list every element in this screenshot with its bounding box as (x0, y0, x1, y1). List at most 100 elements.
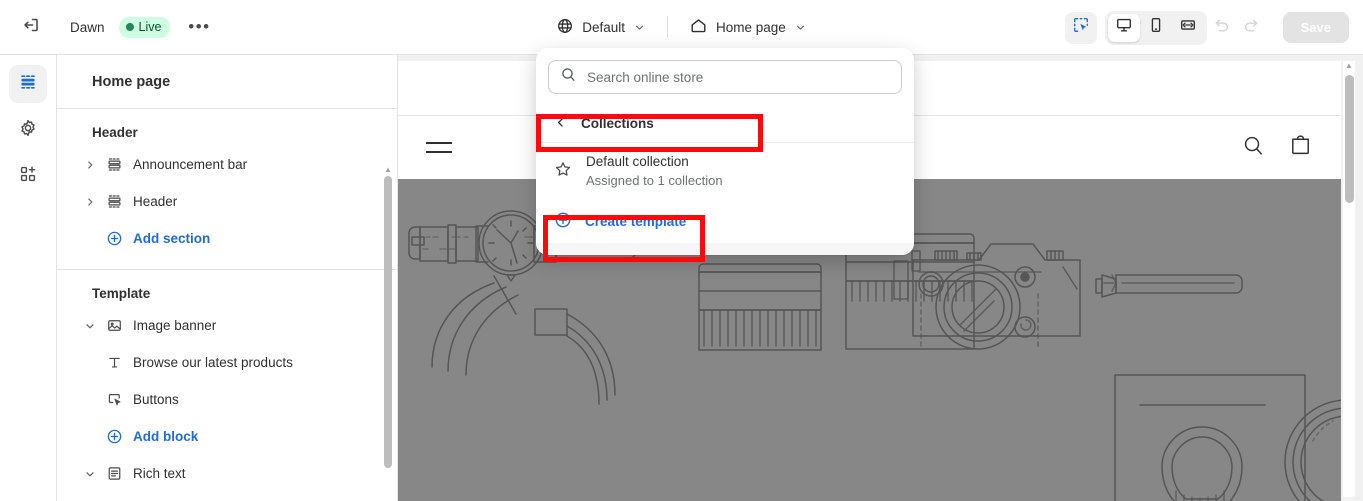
template-item-subtitle: Assigned to 1 collection (586, 173, 723, 188)
page-selector-label: Home page (715, 19, 786, 35)
status-badge: Live (118, 16, 171, 38)
template-item-default-collection[interactable]: Default collection Assigned to 1 collect… (536, 143, 914, 200)
popover-search-section (536, 48, 914, 105)
sidebar-group-template: Template Image banner Browse our latest … (57, 270, 397, 501)
popover-back-header[interactable]: Collections (536, 105, 914, 143)
create-template-label: Create template (585, 214, 687, 229)
chevron-down-icon (633, 21, 646, 34)
sidebar-row-buttons[interactable]: Buttons (57, 381, 397, 418)
redo-icon (1242, 16, 1261, 40)
device-toggle-group (1104, 10, 1207, 45)
apps-plus-icon (18, 164, 38, 189)
sidebar-row-header[interactable]: Header (57, 183, 397, 220)
top-bar: Dawn Live ••• Default Home page Save (0, 0, 1363, 55)
device-mobile-button[interactable] (1140, 14, 1172, 42)
sidebar-row-label: Browse our latest products (133, 355, 293, 370)
top-bar-left: Dawn Live ••• (0, 10, 216, 44)
globe-icon (556, 17, 574, 38)
button-icon (101, 391, 127, 408)
sidebar-page-title: Home page (57, 55, 397, 109)
sidebar-row-browse-our-latest-products[interactable]: Browse our latest products (57, 344, 397, 381)
popover-footer (536, 243, 914, 255)
sidebar-tree: Header Announcement bar Header Add secti… (57, 109, 397, 501)
exit-icon (21, 15, 41, 40)
save-button[interactable]: Save (1282, 12, 1349, 43)
sidebar-group-header: Header Announcement bar Header Add secti… (57, 109, 397, 270)
template-item-title: Default collection (586, 154, 689, 169)
page-selector[interactable]: Home page (680, 10, 816, 44)
preview-scrollbar-thumb[interactable] (1345, 75, 1354, 203)
image-icon (101, 317, 127, 334)
group-label: Header (92, 125, 138, 140)
plus-circle-icon (101, 230, 127, 247)
scroll-up-arrow-icon[interactable]: ▲ (1343, 61, 1355, 71)
rail-item-theme-settings[interactable] (9, 111, 47, 149)
section-icon (101, 156, 127, 173)
create-template-button[interactable]: Create template (536, 200, 914, 243)
chevron-down-icon (794, 21, 807, 34)
sidebar-row-announcement-bar[interactable]: Announcement bar (57, 146, 397, 183)
undo-button[interactable] (1207, 13, 1237, 43)
chevron-left-icon[interactable] (554, 116, 567, 132)
sidebar-row-label: Announcement bar (133, 157, 248, 172)
fullwidth-icon (1179, 16, 1197, 39)
popover-header-label: Collections (581, 116, 654, 131)
inspector-select-icon (1072, 16, 1090, 39)
sections-sidebar: Home page Header Announcement bar Header… (57, 55, 398, 501)
cart-icon[interactable] (1288, 133, 1313, 163)
sidebar-row-rich-text[interactable]: Rich text (57, 455, 397, 492)
sidebar-row-label: Add block (133, 429, 199, 444)
chevron-right-icon[interactable] (79, 159, 101, 171)
search-box[interactable] (548, 60, 902, 94)
search-input[interactable] (587, 69, 890, 85)
search-icon (560, 66, 577, 88)
sidebar-add-section-button[interactable]: Add section (57, 220, 397, 257)
device-desktop-button[interactable] (1107, 13, 1140, 42)
status-badge-label: Live (138, 19, 162, 34)
sidebar-row-label: Header (133, 194, 178, 209)
sidebar-row-label: Buttons (133, 392, 179, 407)
inspector-select-button[interactable] (1064, 11, 1097, 44)
store-header-actions (1241, 133, 1313, 163)
template-item-text: Default collection Assigned to 1 collect… (586, 153, 723, 190)
left-icon-rail (0, 55, 57, 501)
toolbar-divider (666, 16, 668, 38)
plus-circle-icon (101, 428, 127, 445)
group-label: Template (92, 286, 151, 301)
redo-button[interactable] (1237, 13, 1267, 43)
richtext-icon (101, 465, 127, 482)
gear-icon (18, 118, 38, 143)
sections-icon (18, 72, 38, 97)
scroll-up-arrow-icon[interactable]: ▲ (383, 166, 393, 174)
sidebar-scrollbar-thumb[interactable] (384, 176, 392, 468)
status-dot-icon (125, 22, 134, 31)
star-icon (554, 160, 572, 183)
theme-name: Dawn (70, 19, 105, 35)
sidebar-row-image-banner[interactable]: Image banner (57, 307, 397, 344)
section-icon (101, 193, 127, 210)
rail-item-sections[interactable] (9, 65, 47, 103)
chevron-down-icon[interactable] (79, 468, 101, 480)
sidebar-add-block-button[interactable]: Add block (57, 418, 397, 455)
locale-selector[interactable]: Default (547, 11, 655, 44)
text-icon (101, 354, 127, 371)
sidebar-row-label: Image banner (133, 318, 217, 333)
chevron-right-icon[interactable] (79, 196, 101, 208)
sidebar-row-label: Add section (133, 231, 211, 246)
hamburger-icon[interactable] (426, 142, 460, 153)
mobile-icon (1147, 16, 1165, 39)
sidebar-row-label: Rich text (133, 466, 186, 481)
exit-editor-button[interactable] (14, 10, 48, 44)
device-fullwidth-button[interactable] (1172, 14, 1204, 42)
plus-circle-icon (554, 211, 572, 232)
undo-icon (1212, 16, 1231, 40)
preview-scrollbar[interactable]: ▲ (1343, 61, 1355, 497)
desktop-icon (1115, 16, 1133, 39)
search-icon[interactable] (1241, 133, 1266, 163)
chevron-down-icon[interactable] (79, 320, 101, 332)
home-icon (689, 16, 708, 38)
more-actions-button[interactable]: ••• (182, 10, 216, 44)
sidebar-scrollbar[interactable]: ▲ (383, 166, 393, 501)
ellipsis-icon: ••• (188, 17, 211, 36)
rail-item-apps[interactable] (9, 157, 47, 195)
